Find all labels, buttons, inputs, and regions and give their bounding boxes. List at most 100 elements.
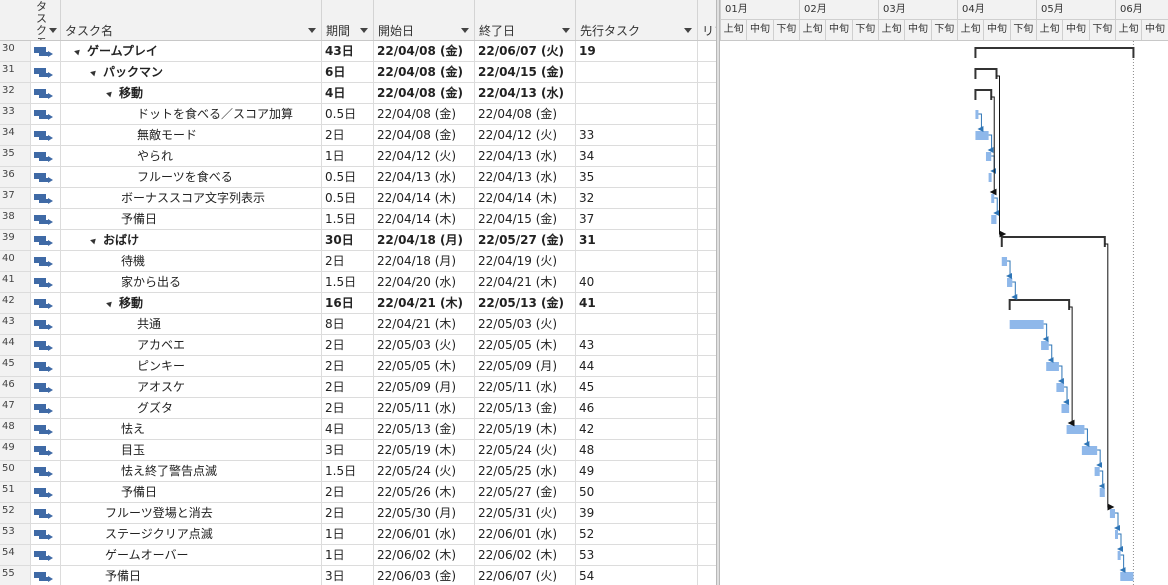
row-id[interactable]: 49 [0,440,31,460]
duration-cell[interactable]: 2日 [322,356,374,376]
duration-cell[interactable]: 2日 [322,377,374,397]
resource-cell[interactable] [698,293,717,313]
end-date-cell[interactable]: 22/04/13 (水) [475,146,576,166]
duration-cell[interactable]: 2日 [322,125,374,145]
resource-cell[interactable] [698,272,717,292]
task-name-cell[interactable]: 予備日 [61,482,322,502]
dependency-link[interactable] [1067,306,1075,427]
predecessors-cell[interactable]: 31 [576,230,698,250]
resource-cell[interactable] [698,314,717,334]
table-row[interactable]: 37 ボーナススコア文字列表示 0.5日 22/04/14 (木) 22/04/14 (… [0,188,717,209]
row-id[interactable]: 44 [0,335,31,355]
resource-cell[interactable] [698,104,717,124]
row-id[interactable]: 38 [0,209,31,229]
task-name-cell[interactable]: フルーツ登場と消去 [61,503,322,523]
task-name-cell[interactable]: ピンキー [61,356,322,376]
resource-cell[interactable] [698,356,717,376]
predecessors-cell[interactable]: 37 [576,209,698,229]
end-date-cell[interactable]: 22/05/05 (木) [475,335,576,355]
start-date-cell[interactable]: 22/04/08 (金) [374,104,475,124]
task-name-cell[interactable]: 移動 [61,83,322,103]
table-row[interactable]: 47 グズタ 2日 22/05/11 (水) 22/05/13 (金) 46 [0,398,717,419]
task-mode-cell[interactable] [31,524,61,544]
task-mode-cell[interactable] [31,146,61,166]
task-bar[interactable] [1007,278,1013,287]
end-date-cell[interactable]: 22/05/25 (水) [475,461,576,481]
resource-cell[interactable] [698,209,717,229]
end-date-cell[interactable]: 22/05/27 (金) [475,230,576,250]
row-id[interactable]: 34 [0,125,31,145]
duration-cell[interactable]: 1.5日 [322,272,374,292]
duration-cell[interactable]: 2日 [322,398,374,418]
predecessors-cell[interactable]: 44 [576,356,698,376]
table-row[interactable]: 35 やられ 1日 22/04/12 (火) 22/04/13 (水) 34 [0,146,717,167]
predecessors-cell[interactable]: 54 [576,566,698,585]
duration-cell[interactable]: 2日 [322,251,374,271]
predecessors-cell[interactable]: 53 [576,545,698,565]
dropdown-arrow-icon[interactable] [49,28,57,33]
task-mode-cell[interactable] [31,545,61,565]
task-bar[interactable] [991,194,995,203]
start-date-cell[interactable]: 22/04/14 (木) [374,188,475,208]
task-bar[interactable] [1120,572,1134,581]
duration-cell[interactable]: 4日 [322,419,374,439]
row-id[interactable]: 37 [0,188,31,208]
task-mode-cell[interactable] [31,293,61,313]
task-bar[interactable] [988,173,992,182]
predecessors-cell[interactable]: 43 [576,335,698,355]
task-bar[interactable] [985,152,992,161]
task-bar[interactable] [975,110,979,119]
dependency-link[interactable] [1011,281,1018,300]
resource-cell[interactable] [698,125,717,145]
duration-cell[interactable]: 2日 [322,503,374,523]
task-name-cell[interactable]: ゲームプレイ [61,41,322,61]
collapse-triangle-icon[interactable] [106,89,114,98]
task-name-cell[interactable]: フルーツを食べる [61,167,322,187]
start-date-cell[interactable]: 22/05/11 (水) [374,398,475,418]
row-id[interactable]: 50 [0,461,31,481]
task-mode-cell[interactable] [31,398,61,418]
end-date-cell[interactable]: 22/05/03 (火) [475,314,576,334]
predecessors-cell[interactable]: 41 [576,293,698,313]
table-row[interactable]: 36 フルーツを食べる 0.5日 22/04/13 (水) 22/04/13 (水) 35 [0,167,717,188]
summary-bar[interactable] [974,68,998,79]
start-date-cell[interactable]: 22/06/01 (水) [374,524,475,544]
table-row[interactable]: 42 移動 16日 22/04/21 (木) 22/05/13 (金) 41 [0,293,717,314]
task-bar[interactable] [1094,467,1100,476]
start-date-cell[interactable]: 22/05/03 (火) [374,335,475,355]
predecessors-cell[interactable]: 52 [576,524,698,544]
duration-cell[interactable]: 3日 [322,566,374,585]
end-date-cell[interactable]: 22/05/13 (金) [475,398,576,418]
duration-cell[interactable]: 1.5日 [322,209,374,229]
end-date-cell[interactable]: 22/05/31 (火) [475,503,576,523]
task-mode-cell[interactable] [31,461,61,481]
predecessors-cell[interactable]: 45 [576,377,698,397]
predecessors-cell[interactable] [576,314,698,334]
end-date-cell[interactable]: 22/04/14 (木) [475,188,576,208]
table-row[interactable]: 40 待機 2日 22/04/18 (月) 22/04/19 (火) [0,251,717,272]
task-bar[interactable] [1056,383,1065,392]
row-id[interactable]: 31 [0,62,31,82]
duration-cell[interactable]: 30日 [322,230,374,250]
end-date-cell[interactable]: 22/04/21 (木) [475,272,576,292]
resource-cell[interactable] [698,524,717,544]
duration-cell[interactable]: 2日 [322,482,374,502]
dependency-link[interactable] [977,113,984,132]
resource-cell[interactable] [698,419,717,439]
row-id[interactable]: 52 [0,503,31,523]
start-date-cell[interactable]: 22/06/02 (木) [374,545,475,565]
predecessors-cell[interactable]: 40 [576,272,698,292]
collapse-triangle-icon[interactable] [90,236,98,245]
end-date-cell[interactable]: 22/04/15 (金) [475,209,576,229]
task-name-cell[interactable]: アオスケ [61,377,322,397]
resource-cell[interactable] [698,440,717,460]
dependency-link[interactable] [1083,428,1090,447]
resource-cell[interactable] [698,566,717,585]
duration-cell[interactable]: 43日 [322,41,374,61]
task-bar[interactable] [1117,551,1121,560]
end-date-cell[interactable]: 22/04/19 (火) [475,251,576,271]
dependency-link[interactable] [987,134,994,153]
resource-cell[interactable] [698,461,717,481]
resource-cell[interactable] [698,398,717,418]
task-name-cell[interactable]: 予備日 [61,566,322,585]
